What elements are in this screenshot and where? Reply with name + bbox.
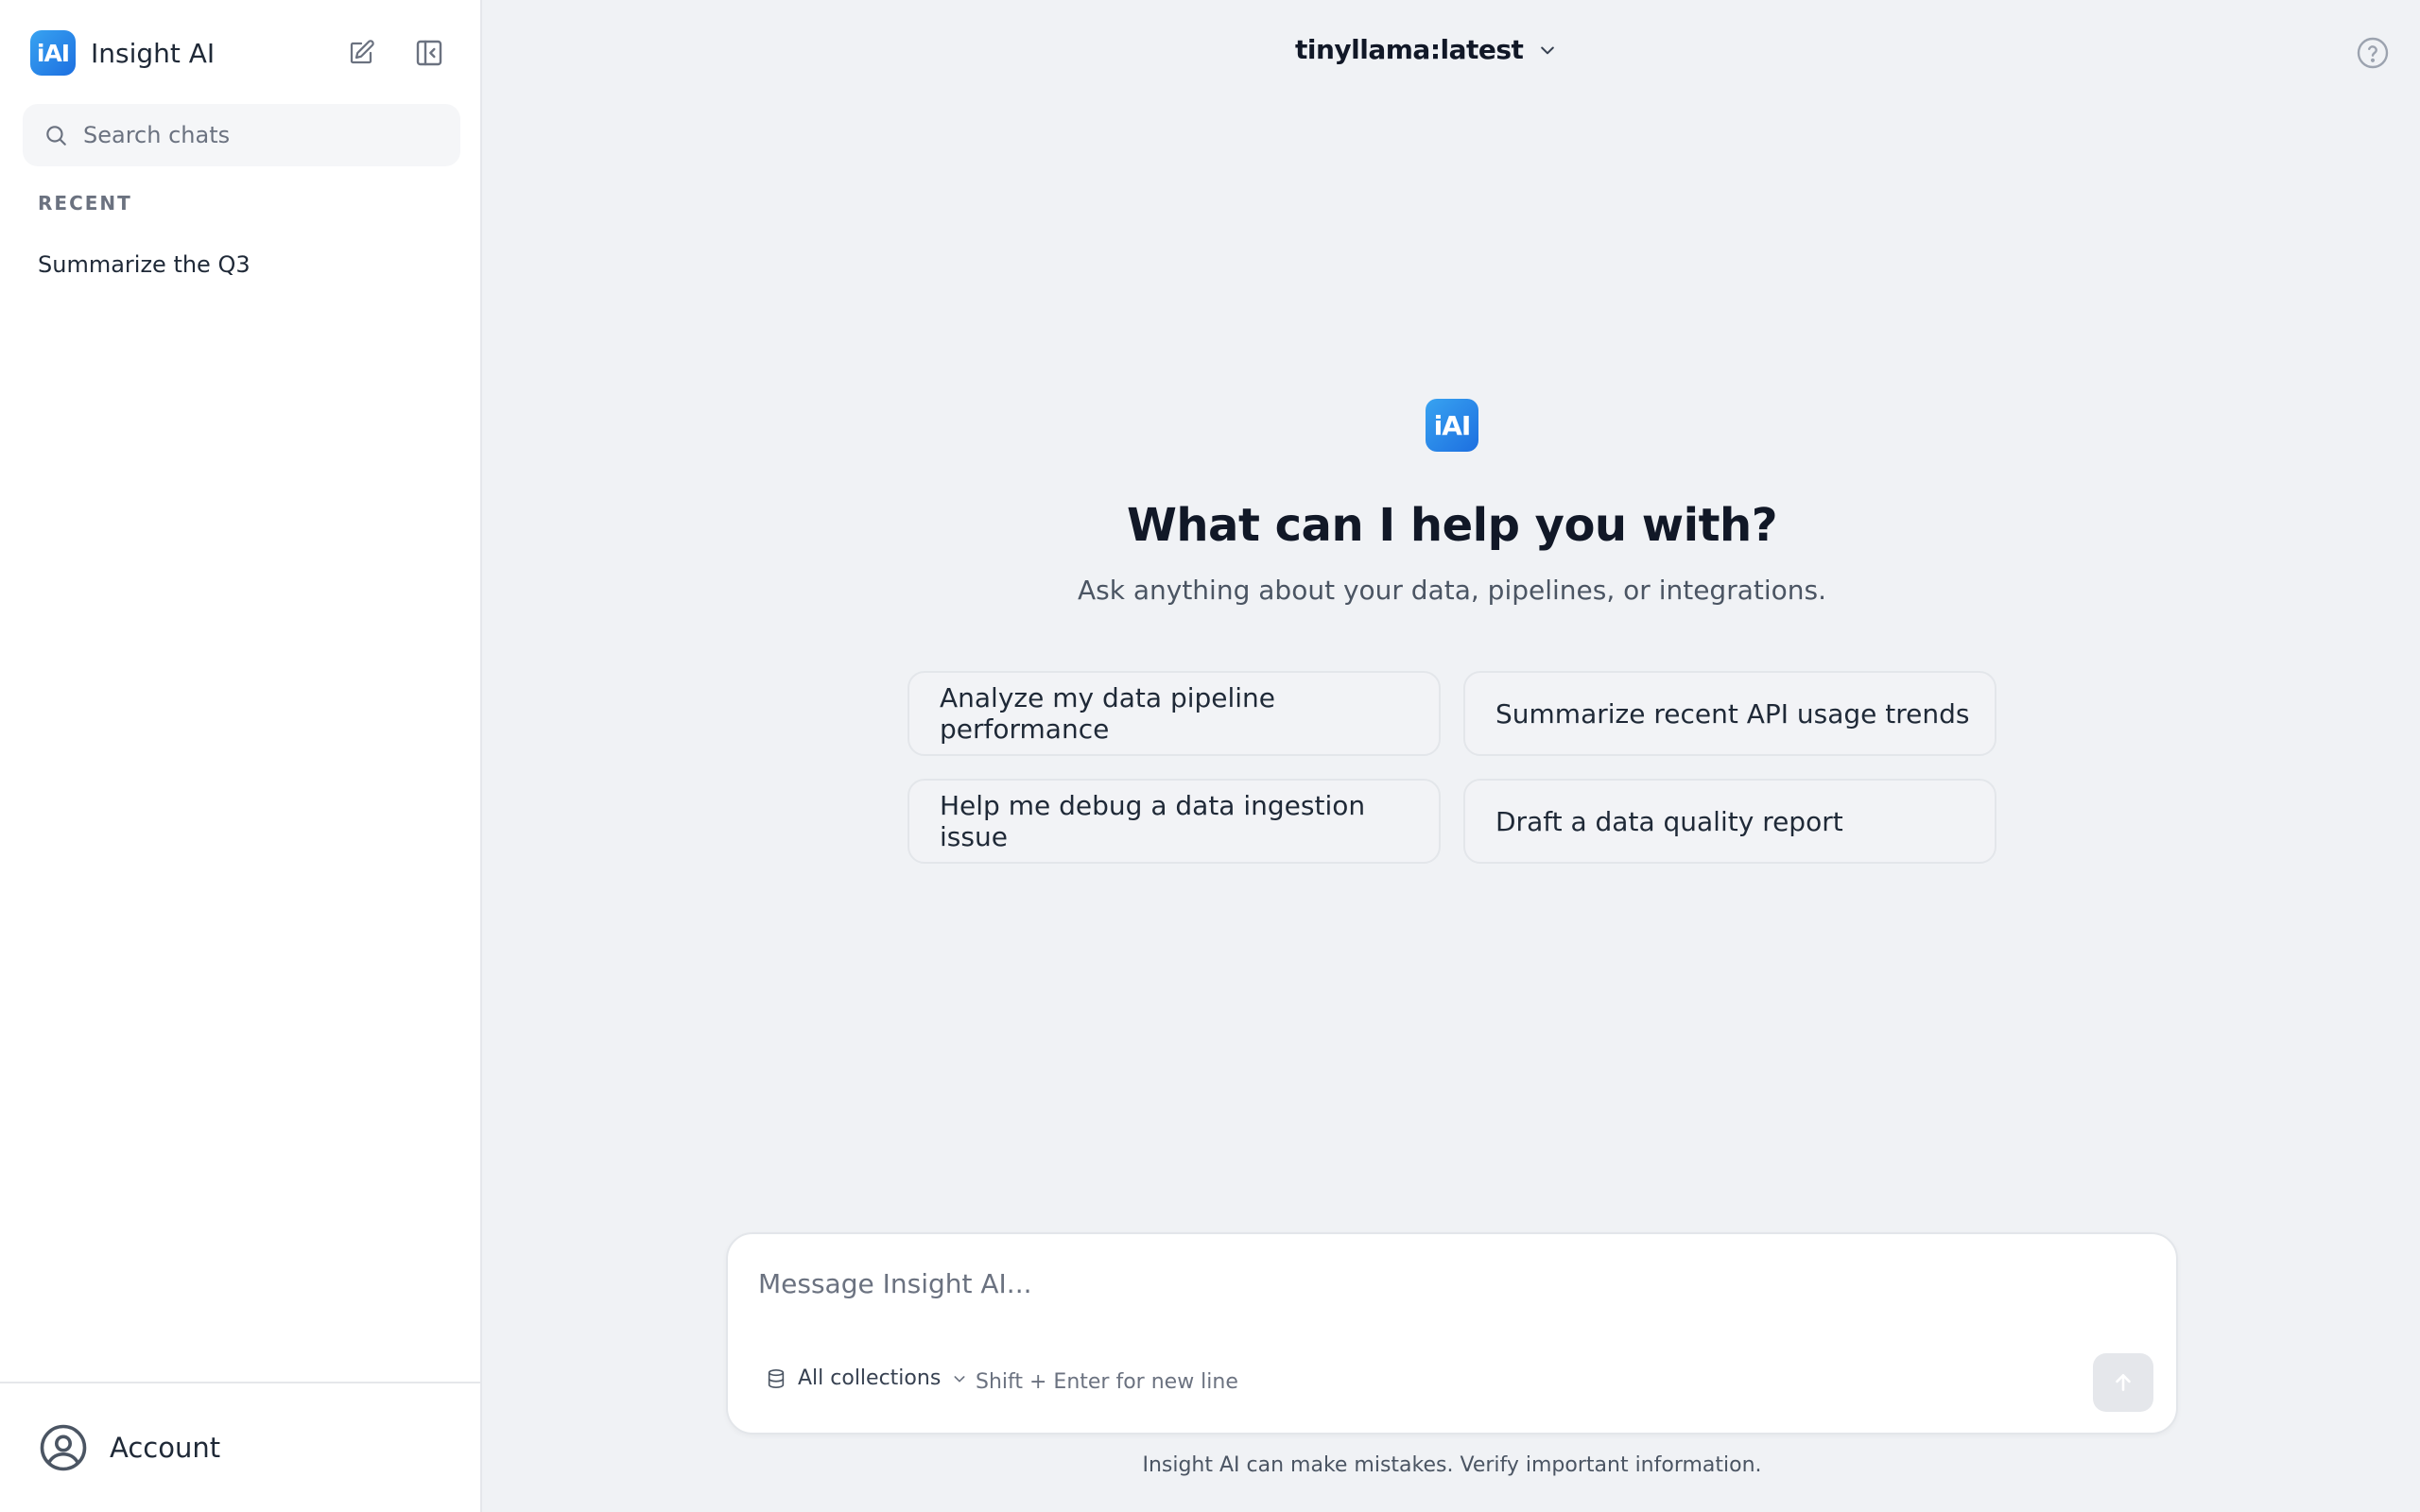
disclaimer: Insight AI can make mistakes. Verify imp… bbox=[1142, 1453, 1762, 1477]
user-circle-icon bbox=[40, 1424, 87, 1471]
search-input[interactable]: Search chats bbox=[83, 122, 230, 148]
hero-logo: iAI bbox=[1426, 399, 1478, 452]
chat-list-item[interactable]: Summarize the Q3 bbox=[38, 251, 251, 278]
suggestion-card[interactable]: Help me debug a data ingestion issue bbox=[908, 779, 1441, 864]
suggestion-card[interactable]: Analyze my data pipeline performance bbox=[908, 671, 1441, 756]
pencil-square-icon bbox=[350, 40, 374, 64]
chevron-down-icon bbox=[954, 1375, 965, 1382]
database-icon bbox=[768, 1368, 785, 1388]
collapse-sidebar-button[interactable] bbox=[408, 32, 450, 74]
message-input[interactable] bbox=[758, 1268, 2082, 1299]
collections-selector[interactable]: All collections bbox=[766, 1366, 967, 1390]
search-icon bbox=[46, 126, 66, 146]
account-button[interactable]: Account bbox=[0, 1382, 480, 1512]
account-label: Account bbox=[110, 1432, 221, 1464]
model-selector[interactable]: tinyllama:latest bbox=[1295, 34, 1557, 65]
brand-name: Insight AI bbox=[91, 37, 216, 69]
recent-section-label: RECENT bbox=[38, 192, 132, 215]
sidebar: iAI Insight AI Search chats RECENT Summa… bbox=[0, 0, 482, 1512]
sidebar-collapse-icon bbox=[416, 40, 442, 66]
arrow-up-icon bbox=[2116, 1374, 2131, 1391]
search-box[interactable]: Search chats bbox=[23, 104, 460, 166]
collections-label: All collections bbox=[798, 1366, 942, 1390]
brand-logo: iAI bbox=[30, 30, 76, 76]
help-button[interactable] bbox=[2356, 36, 2390, 70]
new-chat-button[interactable] bbox=[340, 32, 382, 74]
send-button[interactable] bbox=[2093, 1353, 2153, 1412]
suggestion-card[interactable]: Summarize recent API usage trends bbox=[1463, 671, 1996, 756]
suggestion-card[interactable]: Draft a data quality report bbox=[1463, 779, 1996, 864]
chevron-down-icon bbox=[1541, 46, 1555, 54]
hero-title: What can I help you with? bbox=[1126, 499, 1778, 552]
main-panel: tinyllama:latest iAI What can I help you… bbox=[484, 0, 2420, 1512]
question-circle-icon bbox=[2357, 37, 2389, 69]
newline-hint: Shift + Enter for new line bbox=[976, 1370, 1238, 1394]
hero-subtitle: Ask anything about your data, pipelines,… bbox=[1078, 575, 1826, 606]
model-name: tinyllama:latest bbox=[1295, 34, 1524, 65]
brand[interactable]: iAI Insight AI bbox=[30, 30, 215, 76]
message-composer: All collections Shift + Enter for new li… bbox=[726, 1232, 2178, 1435]
